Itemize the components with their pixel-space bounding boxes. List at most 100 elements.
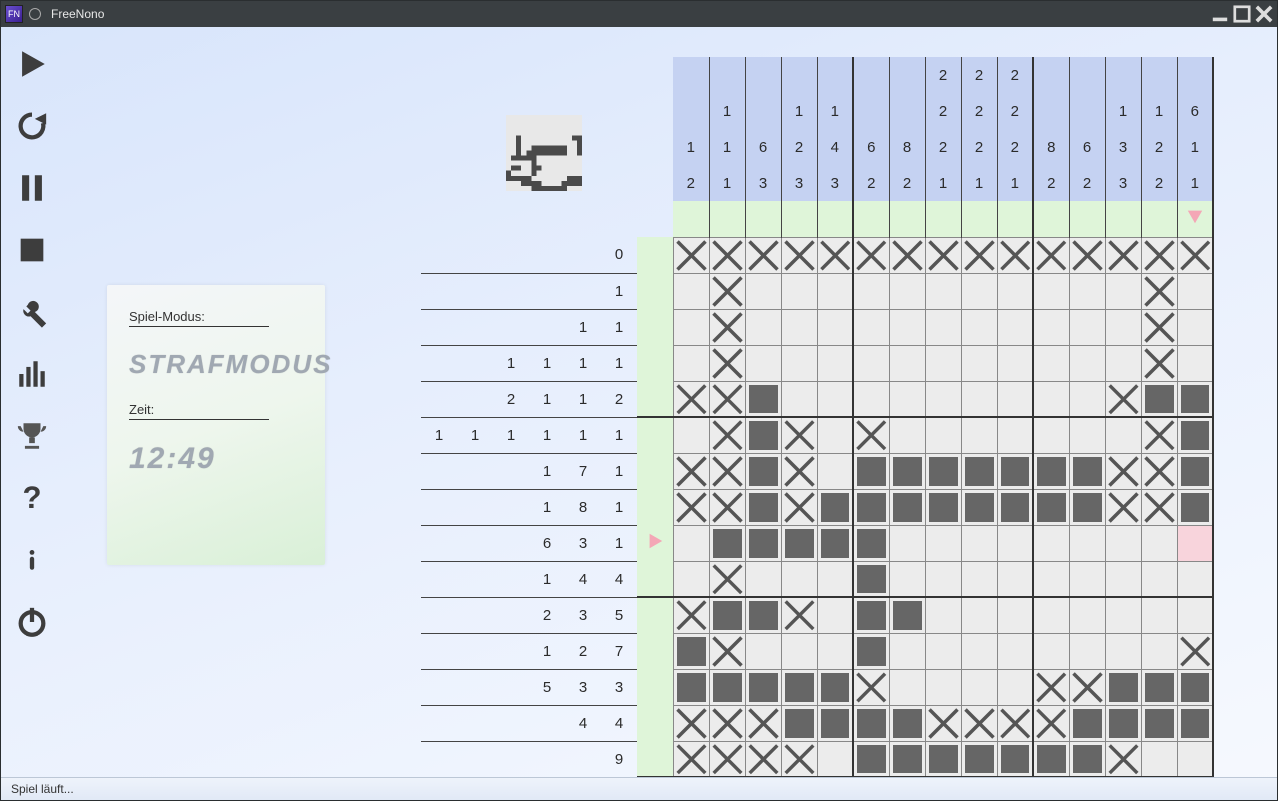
play-cell[interactable] [997, 525, 1033, 561]
play-cell[interactable] [1141, 237, 1177, 273]
play-cell[interactable] [781, 453, 817, 489]
play-cell[interactable] [1105, 561, 1141, 597]
play-cell[interactable] [1141, 741, 1177, 777]
play-cell[interactable] [925, 309, 961, 345]
play-cell[interactable] [889, 705, 925, 741]
play-cell[interactable] [1105, 237, 1141, 273]
play-cell[interactable] [997, 597, 1033, 633]
play-cell[interactable] [997, 237, 1033, 273]
play-cell[interactable] [817, 273, 853, 309]
play-cell[interactable] [709, 453, 745, 489]
play-cell[interactable] [781, 633, 817, 669]
play-cell[interactable] [745, 489, 781, 525]
play-cell[interactable] [961, 489, 997, 525]
play-cell[interactable] [1105, 741, 1141, 777]
play-cell[interactable] [1033, 705, 1069, 741]
play-cell[interactable] [709, 381, 745, 417]
play-cell[interactable] [1105, 525, 1141, 561]
play-cell[interactable] [1141, 381, 1177, 417]
play-cell[interactable] [817, 525, 853, 561]
play-cell[interactable] [853, 633, 889, 669]
play-cell[interactable] [745, 417, 781, 453]
play-cell[interactable] [1105, 633, 1141, 669]
play-cell[interactable] [1069, 273, 1105, 309]
play-cell[interactable] [1033, 417, 1069, 453]
play-cell[interactable] [745, 705, 781, 741]
play-cell[interactable] [817, 597, 853, 633]
play-cell[interactable] [1033, 273, 1069, 309]
play-cell[interactable] [1177, 345, 1213, 381]
play-cell[interactable] [997, 561, 1033, 597]
play-cell[interactable] [817, 561, 853, 597]
trophy-button[interactable] [3, 405, 61, 467]
play-cell[interactable] [853, 561, 889, 597]
play-cell[interactable] [1033, 345, 1069, 381]
play-cell[interactable] [673, 705, 709, 741]
play-cell[interactable] [997, 741, 1033, 777]
play-cell[interactable] [709, 489, 745, 525]
play-cell[interactable] [1177, 309, 1213, 345]
play-cell[interactable] [1177, 237, 1213, 273]
play-cell[interactable] [709, 237, 745, 273]
play-cell[interactable] [1177, 633, 1213, 669]
play-cell[interactable] [961, 561, 997, 597]
play-cell[interactable] [781, 741, 817, 777]
play-cell[interactable] [1177, 705, 1213, 741]
play-cell[interactable] [1033, 453, 1069, 489]
play-cell[interactable] [781, 417, 817, 453]
stop-button[interactable] [3, 219, 61, 281]
play-cell[interactable] [889, 561, 925, 597]
play-cell[interactable] [709, 741, 745, 777]
play-cell[interactable] [781, 381, 817, 417]
play-cell[interactable] [997, 705, 1033, 741]
play-cell[interactable] [1105, 597, 1141, 633]
play-cell[interactable] [817, 417, 853, 453]
play-cell[interactable] [673, 561, 709, 597]
play-cell[interactable] [745, 525, 781, 561]
play-cell[interactable] [1105, 345, 1141, 381]
play-cell[interactable] [1177, 669, 1213, 705]
play-cell[interactable] [709, 633, 745, 669]
play-cell[interactable] [853, 381, 889, 417]
play-cell[interactable] [889, 633, 925, 669]
play-cell[interactable] [1033, 237, 1069, 273]
play-cell[interactable] [925, 705, 961, 741]
window-maximize-button[interactable] [1233, 7, 1251, 21]
play-cell[interactable] [673, 525, 709, 561]
help-button[interactable]: ? [3, 467, 61, 529]
play-cell[interactable] [1033, 489, 1069, 525]
play-cell[interactable] [817, 237, 853, 273]
play-cell[interactable] [997, 633, 1033, 669]
play-cell[interactable] [961, 453, 997, 489]
play-cell[interactable] [745, 273, 781, 309]
play-cell[interactable] [1069, 561, 1105, 597]
play-cell[interactable] [1105, 669, 1141, 705]
play-cell[interactable] [925, 669, 961, 705]
play-cell[interactable] [1069, 381, 1105, 417]
play-cell[interactable] [709, 309, 745, 345]
play-cell[interactable] [853, 597, 889, 633]
play-cell[interactable] [709, 561, 745, 597]
power-button[interactable] [3, 591, 61, 653]
play-cell[interactable] [709, 417, 745, 453]
play-cell[interactable] [1069, 633, 1105, 669]
play-cell[interactable] [1141, 273, 1177, 309]
play-cell[interactable] [961, 669, 997, 705]
play-cell[interactable] [853, 453, 889, 489]
play-cell[interactable] [925, 381, 961, 417]
play-cell[interactable] [673, 345, 709, 381]
play-cell[interactable] [889, 597, 925, 633]
play-cell[interactable] [997, 381, 1033, 417]
play-button[interactable] [3, 33, 61, 95]
play-cell[interactable] [889, 741, 925, 777]
play-cell[interactable] [961, 381, 997, 417]
info-button[interactable] [3, 529, 61, 591]
play-cell[interactable] [961, 597, 997, 633]
play-cell[interactable] [1141, 525, 1177, 561]
play-cell[interactable] [745, 669, 781, 705]
play-cell[interactable] [961, 345, 997, 381]
pause-button[interactable] [3, 157, 61, 219]
play-cell[interactable] [745, 741, 781, 777]
play-cell[interactable] [673, 633, 709, 669]
play-cell[interactable] [853, 345, 889, 381]
